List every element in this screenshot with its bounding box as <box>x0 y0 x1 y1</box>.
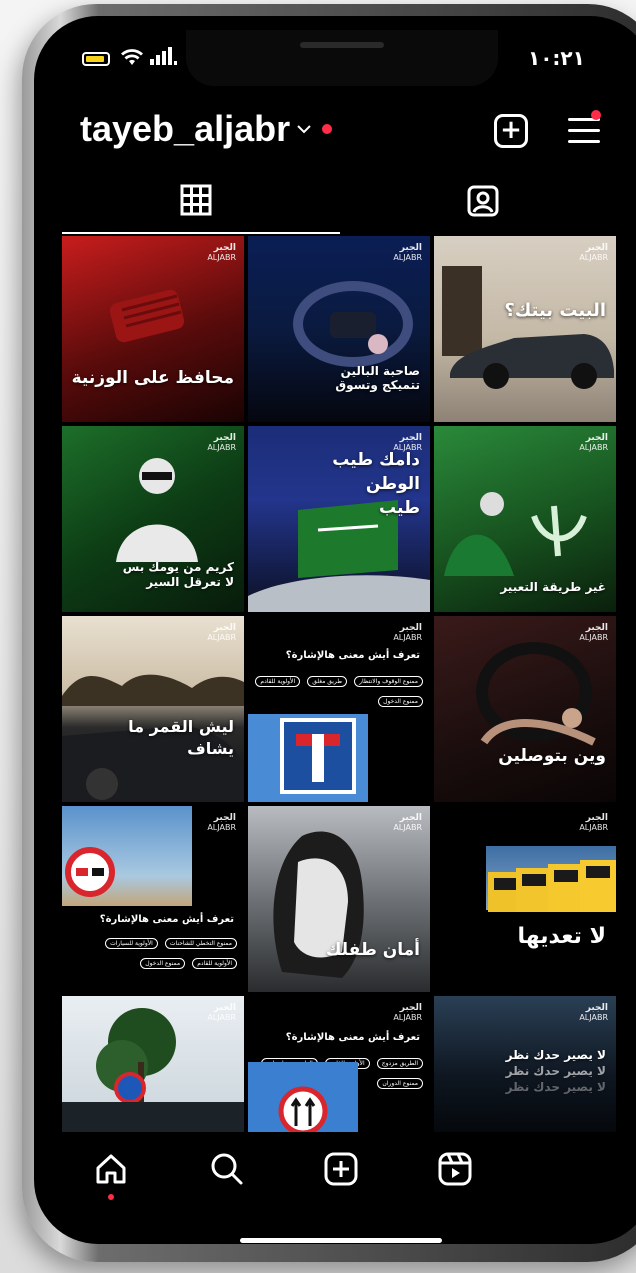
create-icon <box>324 1152 358 1186</box>
brand-logo: الجبر ALJABR <box>207 813 236 833</box>
post-tile[interactable]: الجبر ALJABR <box>62 996 244 1132</box>
post-tile[interactable]: الجبر ALJABR تعرف أيش معنى هالإشارة؟ ممنو… <box>62 806 244 992</box>
option-pill: ممنوع التخطي للشاحنات <box>164 938 237 949</box>
brand-logo: الجبر ALJABR <box>393 623 422 643</box>
nav-search[interactable] <box>210 1152 244 1190</box>
post-caption-echo: لا يصير حدك نظر <box>505 1080 606 1094</box>
search-icon <box>211 1153 243 1185</box>
post-tile[interactable]: الجبر ALJABR لا تعديها <box>434 806 616 992</box>
battery-icon <box>82 52 110 66</box>
brand-logo: الجبر ALJABR <box>579 1003 608 1023</box>
post-tile[interactable]: الجبر ALJABR وين بتوصلين <box>434 616 616 802</box>
brand-logo: الجبر ALJABR <box>207 623 236 643</box>
brand-logo: الجبر ALJABR <box>579 623 608 643</box>
post-caption: البيت بيتك؟ <box>504 300 606 321</box>
post-caption: صاحبة البالين تتميكج وتسوق <box>335 364 420 392</box>
grid-icon <box>180 184 212 216</box>
signal-icon <box>150 46 180 70</box>
post-caption: لا يصير حدك نظر <box>505 1048 606 1062</box>
bottom-navigation <box>62 1132 617 1202</box>
post-tile[interactable]: الجبر ALJABR كريم من يومك بس لا تعرقل الس… <box>62 426 244 612</box>
post-tile[interactable]: الجبر ALJABR محافظ على الوزنية <box>62 236 244 422</box>
post-caption: محافظ على الوزنية <box>71 368 234 388</box>
active-tab-indicator <box>62 232 340 234</box>
post-tile[interactable]: الجبر ALJABR دامك طيب الوطن طيب <box>248 426 430 612</box>
menu-notification-dot <box>591 110 601 120</box>
post-tile[interactable]: الجبر ALJABR ليش القمر ما يشاف <box>62 616 244 802</box>
brand-logo: الجبر ALJABR <box>579 243 608 263</box>
option-pill: ممنوع الدخول <box>140 958 186 969</box>
nav-create[interactable] <box>324 1152 358 1190</box>
nav-reels[interactable] <box>438 1152 472 1190</box>
option-pill: ممنوع الدخول <box>378 696 423 707</box>
post-caption: وين بتوصلين <box>498 746 606 766</box>
clock: ١٠:٢١ <box>528 46 585 70</box>
brand-logo: الجبر ALJABR <box>393 813 422 833</box>
speaker <box>300 42 384 48</box>
brand-logo: الجبر ALJABR <box>393 243 422 263</box>
post-caption: كريم من يومك بس لا تعرقل السير <box>122 560 234 589</box>
tab-grid[interactable] <box>180 184 212 220</box>
active-dot <box>108 1194 114 1200</box>
post-caption: تعرف أيش معنى هالإشارة؟ <box>99 914 234 925</box>
notch <box>186 30 498 86</box>
post-tile[interactable]: الجبر ALJABR تعرف أيش معنى هالإشارة؟ ممنو… <box>248 616 430 802</box>
post-caption: تعرف أيش معنى هالإشارة؟ <box>285 650 420 661</box>
hamburger-menu-icon[interactable] <box>568 118 600 151</box>
option-pill: الأولوية للقادم <box>255 676 301 687</box>
option-pill: الأولوية للقادم <box>192 958 237 969</box>
tab-tagged[interactable] <box>466 184 500 222</box>
option-pill: الأولوية للسيارات <box>105 938 158 949</box>
tagged-user-icon <box>467 185 499 217</box>
post-tile[interactable]: الجبر ALJABR لا يصير حدك نظر لا يصير حدك … <box>434 996 616 1132</box>
post-caption-echo: لا يصير حدك نظر <box>505 1064 606 1078</box>
option-pill: طريق مغلق <box>307 676 348 687</box>
brand-logo: الجبر ALJABR <box>579 433 608 453</box>
brand-logo: الجبر ALJABR <box>207 243 236 263</box>
post-caption: غير طريقة التعبير <box>500 580 606 594</box>
option-pill: ممنوع الوقوف والانتظار <box>354 676 423 687</box>
post-caption: ليش القمر ما يشاف <box>128 717 234 758</box>
chevron-down-icon[interactable] <box>297 118 311 139</box>
home-icon <box>96 1154 126 1184</box>
post-tile[interactable]: الجبر ALJABR البيت بيتك؟ <box>434 236 616 422</box>
brand-logo: الجبر ALJABR <box>393 1003 422 1023</box>
post-tile[interactable]: الجبر ALJABR غير طريقة التعبير <box>434 426 616 612</box>
post-tile[interactable]: الجبر ALJABR أمان طفلك <box>248 806 430 992</box>
post-caption: لا تعديها <box>517 924 606 949</box>
profile-username[interactable]: tayeb_aljabr <box>80 108 290 150</box>
post-caption: دامك طيب الوطن طيب <box>332 450 420 518</box>
option-pill: الطريق مزدوج <box>376 1058 423 1069</box>
post-tile[interactable]: الجبر ALJABR صاحبة البالين تتميكج وتسوق <box>248 236 430 422</box>
post-tile[interactable]: الجبر ALJABR تعرف أيش معنى هالإشارة؟ الطر… <box>248 996 430 1132</box>
nav-home[interactable] <box>94 1152 128 1200</box>
brand-logo: الجبر ALJABR <box>207 433 236 453</box>
home-indicator[interactable] <box>240 1238 442 1243</box>
sign-options: ممنوع التخطي للشاحنات الأولوية للسيارات … <box>68 930 238 970</box>
wifi-icon <box>120 47 144 71</box>
brand-logo: الجبر ALJABR <box>579 813 608 833</box>
post-caption: أمان طفلك <box>325 940 420 960</box>
sign-options: ممنوع الوقوف والانتظار طريق مغلق الأولوي… <box>252 668 424 708</box>
brand-logo: الجبر ALJABR <box>207 1003 236 1023</box>
post-caption: تعرف أيش معنى هالإشارة؟ <box>285 1032 420 1043</box>
option-pill: ممنوع الدوران <box>377 1078 423 1089</box>
plus-square-icon[interactable]: + <box>494 114 528 148</box>
profile-tabs <box>62 176 617 236</box>
account-notification-dot <box>322 124 332 134</box>
reels-icon <box>438 1152 472 1186</box>
